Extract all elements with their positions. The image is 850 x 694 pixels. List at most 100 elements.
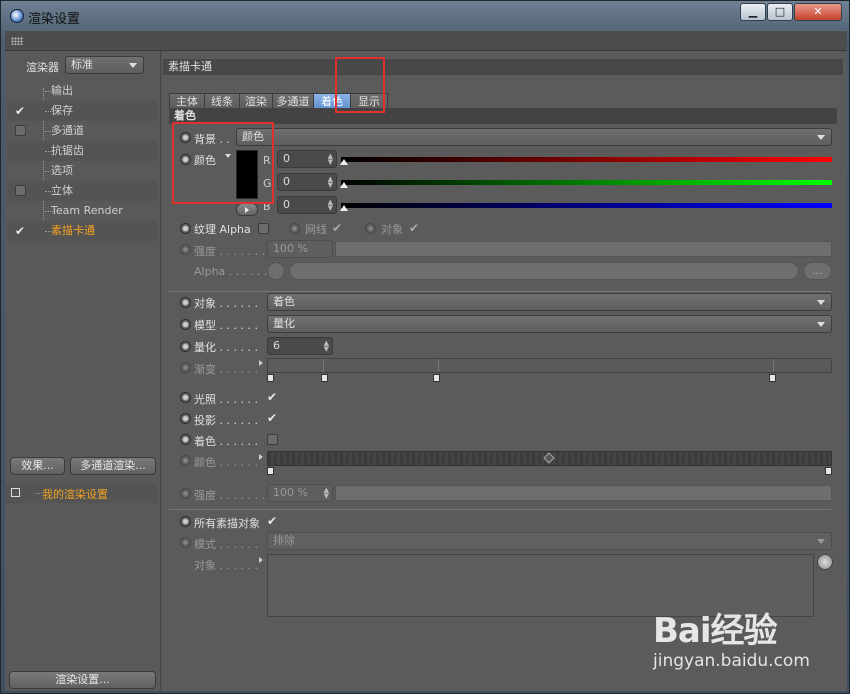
mode-radio[interactable] — [180, 537, 191, 548]
lighting-radio[interactable] — [180, 392, 191, 403]
color-expand-button[interactable] — [236, 203, 258, 216]
color2-gradient-bar[interactable] — [267, 451, 832, 466]
object-select[interactable]: 着色 — [267, 293, 832, 311]
g-slider[interactable] — [341, 180, 832, 185]
grip-icon[interactable] — [11, 37, 23, 45]
texture-alpha-radio[interactable] — [180, 223, 191, 234]
sidebar-item[interactable]: ✔ 保存 — [7, 101, 157, 121]
shading-radio[interactable] — [180, 434, 191, 445]
sidebar-check-icon[interactable]: ✔ — [15, 225, 25, 237]
alpha-more-button[interactable]: ... — [803, 262, 832, 280]
g-input[interactable]: 0 ▲ ▼ — [277, 173, 337, 191]
watermark-brand: Bai经验 — [653, 611, 778, 651]
sidebar-item[interactable]: 多通道 — [7, 121, 157, 141]
quantize-input[interactable]: 6 ▲ ▼ — [267, 337, 333, 355]
r-slider-handle[interactable] — [340, 159, 348, 165]
gradient-knot[interactable] — [433, 374, 440, 382]
render-settings-window: 渲染设置 ▁ □ ✕ 渲染器 标准 输出 ✔ 保存 多通道 抗锯齿 选项 立体 Team Re… — [0, 0, 850, 694]
model-radio[interactable] — [180, 319, 191, 330]
render-settings-button[interactable]: 渲染设置... — [9, 671, 156, 689]
top-strip — [5, 31, 847, 51]
alpha-icon[interactable] — [267, 262, 285, 280]
color2-knot[interactable] — [825, 467, 832, 475]
g-slider-handle[interactable] — [340, 182, 348, 188]
background-select[interactable]: 颜色 — [236, 128, 832, 146]
wire-check-icon[interactable]: ✔ — [332, 222, 342, 234]
gradient-midpoint-icon[interactable] — [543, 452, 555, 464]
maximize-button[interactable]: □ — [767, 3, 793, 21]
color2-label: 颜色 . . . . . . — [194, 456, 258, 469]
spin-arrows-icon[interactable]: ▲ ▼ — [324, 487, 329, 500]
lighting-check-icon[interactable]: ✔ — [267, 391, 277, 403]
gradient-expand-icon[interactable] — [259, 360, 263, 366]
model-select[interactable]: 量化 — [267, 315, 832, 333]
spin-arrows-icon[interactable]: ▲ ▼ — [328, 199, 333, 212]
gradient-knot[interactable] — [321, 374, 328, 382]
r-value: 0 — [283, 152, 290, 165]
strength1-radio[interactable] — [180, 244, 191, 255]
sidebar-item[interactable]: 抗锯齿 — [7, 141, 157, 161]
b-input[interactable]: 0 ▲ ▼ — [277, 196, 337, 214]
strength1-slider[interactable] — [335, 241, 832, 257]
b-slider[interactable] — [341, 203, 832, 208]
mode-select[interactable]: 排除 — [267, 532, 832, 550]
shadow-radio[interactable] — [180, 413, 191, 424]
sidebar: 渲染器 标准 输出 ✔ 保存 多通道 抗锯齿 选项 立体 Team Render ✔ 素描卡通 效… — [5, 51, 161, 691]
quantize-value: 6 — [273, 339, 280, 352]
strength1-input[interactable]: 100 % — [267, 240, 333, 258]
close-button[interactable]: ✕ — [794, 3, 842, 21]
sidebar-check-icon[interactable]: ✔ — [15, 105, 25, 117]
b-slider-handle[interactable] — [340, 205, 348, 211]
sidebar-item[interactable]: 选项 — [7, 161, 157, 181]
texture-alpha-checkbox[interactable] — [258, 223, 269, 234]
gradient-radio[interactable] — [180, 362, 191, 373]
alpha-label: Alpha . . . . . . — [194, 265, 268, 278]
object-alpha-radio[interactable] — [365, 223, 376, 234]
wire-label: 网线 — [305, 223, 327, 236]
objects-expand-icon[interactable] — [259, 557, 263, 563]
sidebar-item[interactable]: 立体 — [7, 181, 157, 201]
shadow-check-icon[interactable]: ✔ — [267, 412, 277, 424]
gradient-knot[interactable] — [769, 374, 776, 382]
pick-object-icon[interactable] — [817, 554, 833, 570]
spin-arrows-icon[interactable]: ▲ ▼ — [328, 153, 333, 166]
highlight-box — [335, 57, 385, 113]
preset-row[interactable]: 我的渲染设置 — [5, 483, 157, 503]
wire-radio[interactable] — [289, 223, 300, 234]
spin-arrows-icon[interactable]: ▲ ▼ — [328, 176, 333, 189]
strength2-radio[interactable] — [180, 488, 191, 499]
sidebar-item[interactable]: ✔ 素描卡通 — [7, 221, 157, 241]
alpha-field[interactable] — [289, 262, 799, 280]
r-slider[interactable] — [341, 157, 832, 162]
lighting-label: 光照 . . . . . . — [194, 393, 258, 406]
r-input[interactable]: 0 ▲ ▼ — [277, 150, 337, 168]
title-bar[interactable]: 渲染设置 ▁ □ ✕ — [1, 1, 850, 31]
sidebar-item[interactable]: 输出 — [7, 81, 157, 101]
color2-expand-icon[interactable] — [259, 454, 263, 460]
sidebar-checkbox[interactable] — [15, 125, 26, 136]
all-sketch-radio[interactable] — [180, 516, 191, 527]
renderer-select[interactable]: 标准 — [65, 56, 144, 74]
strength2-label: 强度 . . . . . . . — [194, 489, 265, 502]
chevron-down-icon — [817, 539, 825, 544]
quantize-radio[interactable] — [180, 341, 191, 352]
sidebar-item[interactable]: Team Render — [7, 201, 157, 221]
multipass-render-button[interactable]: 多通道渲染... — [70, 457, 156, 475]
strength2-slider[interactable] — [335, 485, 832, 501]
minimize-button[interactable]: ▁ — [740, 3, 766, 21]
spin-arrows-icon[interactable]: ▲ ▼ — [324, 340, 329, 353]
sidebar-item-label: 选项 — [51, 164, 73, 177]
object-alpha-check-icon[interactable]: ✔ — [409, 222, 419, 234]
all-sketch-check-icon[interactable]: ✔ — [267, 515, 277, 527]
strength1-value: 100 % — [273, 242, 308, 255]
effects-button[interactable]: 效果... — [10, 457, 65, 475]
shading-checkbox[interactable] — [267, 434, 278, 445]
strength2-input[interactable]: 100 % ▲ ▼ — [267, 484, 333, 502]
color2-knot[interactable] — [267, 467, 274, 475]
sidebar-checkbox[interactable] — [15, 185, 26, 196]
gradient-knot[interactable] — [267, 374, 274, 382]
object-radio[interactable] — [180, 297, 191, 308]
color2-radio[interactable] — [180, 455, 191, 466]
sidebar-item-label: 抗锯齿 — [51, 144, 84, 157]
gradient-bar[interactable] — [267, 358, 832, 373]
